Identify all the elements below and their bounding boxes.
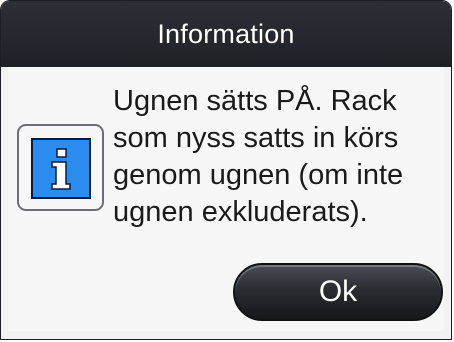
dialog-body: Ugnen sätts PÅ. Rack som nyss satts in k…: [8, 67, 444, 331]
dialog-titlebar: Information: [1, 1, 451, 67]
information-dialog: Information Ugnen sätts PÅ. Rack som nys…: [0, 0, 452, 340]
info-icon-frame: [17, 124, 104, 211]
info-icon: [31, 138, 91, 199]
dialog-title: Information: [157, 19, 295, 49]
dialog-message: Ugnen sätts PÅ. Rack som nyss satts in k…: [113, 85, 404, 228]
ok-button[interactable]: Ok: [233, 263, 443, 321]
